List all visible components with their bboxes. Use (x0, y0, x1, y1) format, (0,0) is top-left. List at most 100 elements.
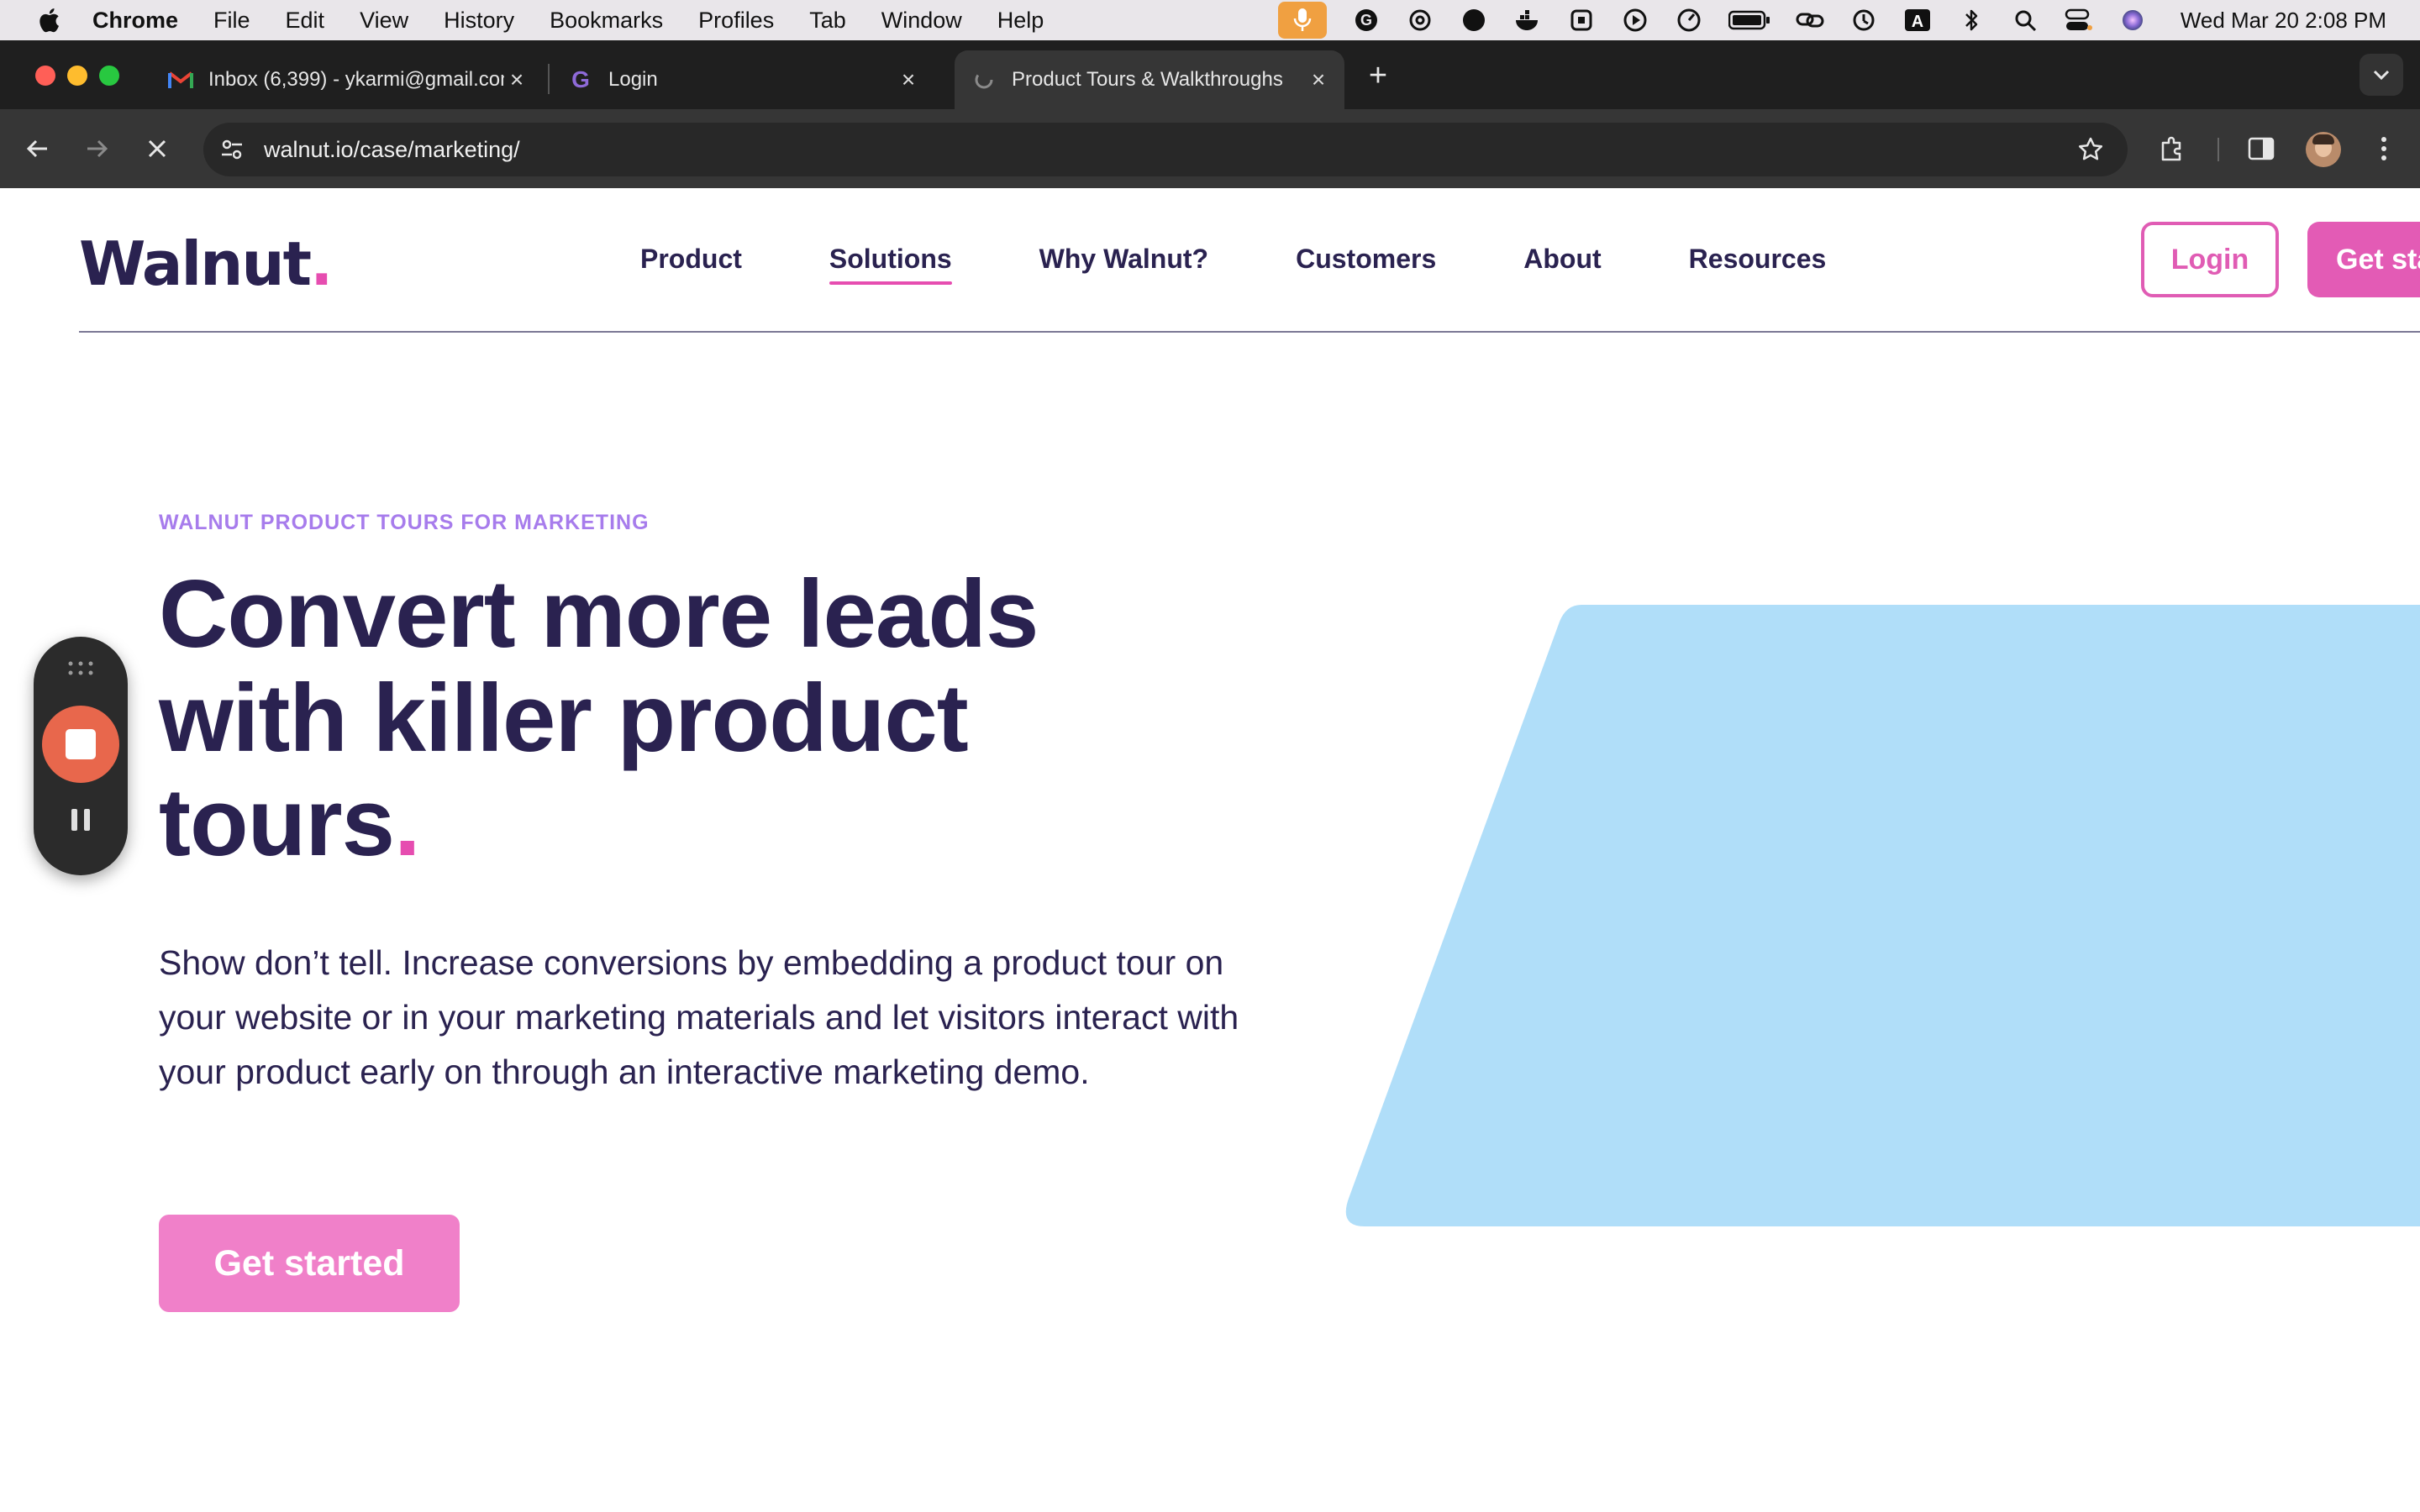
close-tab-icon[interactable]: × (1306, 66, 1331, 92)
side-panel-button[interactable] (2242, 129, 2281, 168)
login-button[interactable]: Login (2141, 222, 2279, 297)
nav-customers[interactable]: Customers (1296, 244, 1436, 275)
browser-toolbar: walnut.io/case/marketing/ (0, 109, 2420, 188)
svg-text:G: G (571, 67, 590, 92)
forward-button[interactable] (77, 129, 116, 168)
menu-window[interactable]: Window (881, 8, 962, 34)
docker-icon[interactable] (1513, 6, 1542, 34)
hero-parallelogram-shape (1345, 605, 2420, 1226)
browser-tab-strip: Inbox (6,399) - ykarmi@gmail.com × G Log… (0, 40, 2420, 109)
address-bar[interactable]: walnut.io/case/marketing/ (203, 123, 2128, 176)
bluetooth-icon[interactable] (1957, 6, 1986, 34)
puzzle-piece-icon (2161, 136, 2181, 161)
headline-line-2: with killer product (159, 665, 969, 772)
spotlight-search-icon[interactable] (2011, 6, 2039, 34)
macos-menu-bar: Chrome File Edit View History Bookmarks … (0, 0, 2420, 40)
drag-handle-icon[interactable] (67, 660, 94, 677)
nav-why-walnut[interactable]: Why Walnut? (1039, 244, 1208, 275)
input-source-label: A (1912, 13, 1923, 31)
tab-product-tours[interactable]: Product Tours & Walkthroughs × (955, 50, 1344, 109)
chrome-menu-button[interactable] (2365, 129, 2403, 168)
walnut-marketing-page: Walnut. Product Solutions Why Walnut? Cu… (0, 188, 2420, 1512)
zoom-window-button[interactable] (99, 66, 119, 86)
tab-login[interactable]: G Login × (551, 50, 934, 109)
link-icon[interactable] (1796, 6, 1824, 34)
header-divider (79, 331, 2420, 333)
tab-separator (548, 64, 550, 94)
control-center-icon[interactable] (2065, 6, 2093, 34)
new-tab-button[interactable]: + (1363, 58, 1393, 93)
window-controls (35, 66, 119, 86)
grammarly-icon: G (568, 67, 593, 92)
time-machine-icon[interactable] (1849, 6, 1878, 34)
close-icon (148, 139, 166, 158)
nav-solutions[interactable]: Solutions (829, 244, 952, 285)
header-get-started-button[interactable]: Get started (2307, 222, 2420, 297)
headline-line-1: Convert more leads (159, 561, 1039, 668)
chevron-down-icon (2373, 70, 2390, 81)
headline-line-3: tours (159, 769, 395, 876)
menu-bookmarks[interactable]: Bookmarks (550, 8, 663, 34)
hero-headline: Convert more leads with killer product t… (159, 563, 1167, 875)
apple-logo-icon[interactable] (34, 7, 64, 34)
nav-product[interactable]: Product (640, 244, 742, 275)
site-settings-icon[interactable] (217, 134, 247, 165)
headline-dot: . (394, 769, 421, 876)
main-navigation: Product Solutions Why Walnut? Customers … (640, 244, 1913, 285)
tab-title: Login (608, 68, 658, 91)
menu-history[interactable]: History (444, 8, 514, 34)
gmail-icon (168, 67, 193, 92)
loading-icon (971, 67, 997, 92)
close-tab-icon[interactable]: × (504, 66, 529, 92)
battery-icon[interactable] (1728, 6, 1770, 34)
tab-search-button[interactable] (2360, 54, 2403, 96)
stop-recording-button[interactable] (42, 706, 119, 783)
url-text[interactable]: walnut.io/case/marketing/ (264, 137, 520, 163)
stop-icon (66, 729, 96, 759)
toolbar-divider (2217, 138, 2219, 161)
back-button[interactable] (18, 129, 57, 168)
play-circle-icon[interactable] (1621, 6, 1649, 34)
arrow-right-icon (87, 139, 108, 158)
close-tab-icon[interactable]: × (896, 66, 921, 92)
menu-bar-clock[interactable]: Wed Mar 20 2:08 PM (2181, 8, 2386, 34)
tab-gmail-inbox[interactable]: Inbox (6,399) - ykarmi@gmail.com × (151, 50, 543, 109)
keyboard-input-icon[interactable]: A (1903, 6, 1932, 34)
extensions-button[interactable] (2153, 129, 2191, 168)
logo-dot: . (310, 228, 333, 299)
menu-tab[interactable]: Tab (809, 8, 846, 34)
close-window-button[interactable] (35, 66, 55, 86)
record-dot-icon[interactable] (1460, 6, 1488, 34)
menu-file[interactable]: File (213, 8, 250, 34)
hero-get-started-button[interactable]: Get started (159, 1215, 460, 1312)
tab-title: Inbox (6,399) - ykarmi@gmail.com (208, 68, 504, 91)
profile-avatar[interactable] (2306, 132, 2341, 167)
minimize-window-button[interactable] (67, 66, 87, 86)
menu-view[interactable]: View (360, 8, 408, 34)
stop-loading-button[interactable] (138, 129, 176, 168)
microphone-icon[interactable] (1277, 2, 1327, 39)
side-panel-icon (2248, 137, 2275, 160)
menu-app-chrome[interactable]: Chrome (92, 8, 178, 34)
nav-resources[interactable]: Resources (1689, 244, 1827, 275)
logo-text: Walnut (79, 228, 312, 299)
bookmark-star-icon[interactable] (2075, 134, 2106, 165)
nav-about[interactable]: About (1523, 244, 1601, 275)
menu-edit[interactable]: Edit (286, 8, 325, 34)
speedometer-icon[interactable] (1675, 6, 1703, 34)
hero-description: Show don’t tell. Increase conversions by… (159, 943, 1239, 1091)
pause-recording-button[interactable] (67, 803, 94, 837)
siri-icon[interactable] (2118, 6, 2147, 34)
pause-icon (84, 809, 90, 831)
stop-square-icon[interactable] (1567, 6, 1596, 34)
arrow-left-icon (26, 139, 47, 158)
tab-title: Product Tours & Walkthroughs (1012, 68, 1283, 91)
at-sign-icon[interactable] (1406, 6, 1434, 34)
screen-recorder-widget (34, 637, 128, 875)
kebab-menu-icon (2381, 137, 2386, 160)
walnut-logo[interactable]: Walnut. (79, 228, 333, 299)
menu-bar-status-area: G A Wed Mar 20 2:08 PM (1277, 0, 2420, 40)
menu-help[interactable]: Help (997, 8, 1044, 34)
menu-profiles[interactable]: Profiles (698, 8, 774, 34)
grammarly-icon[interactable]: G (1352, 6, 1381, 34)
